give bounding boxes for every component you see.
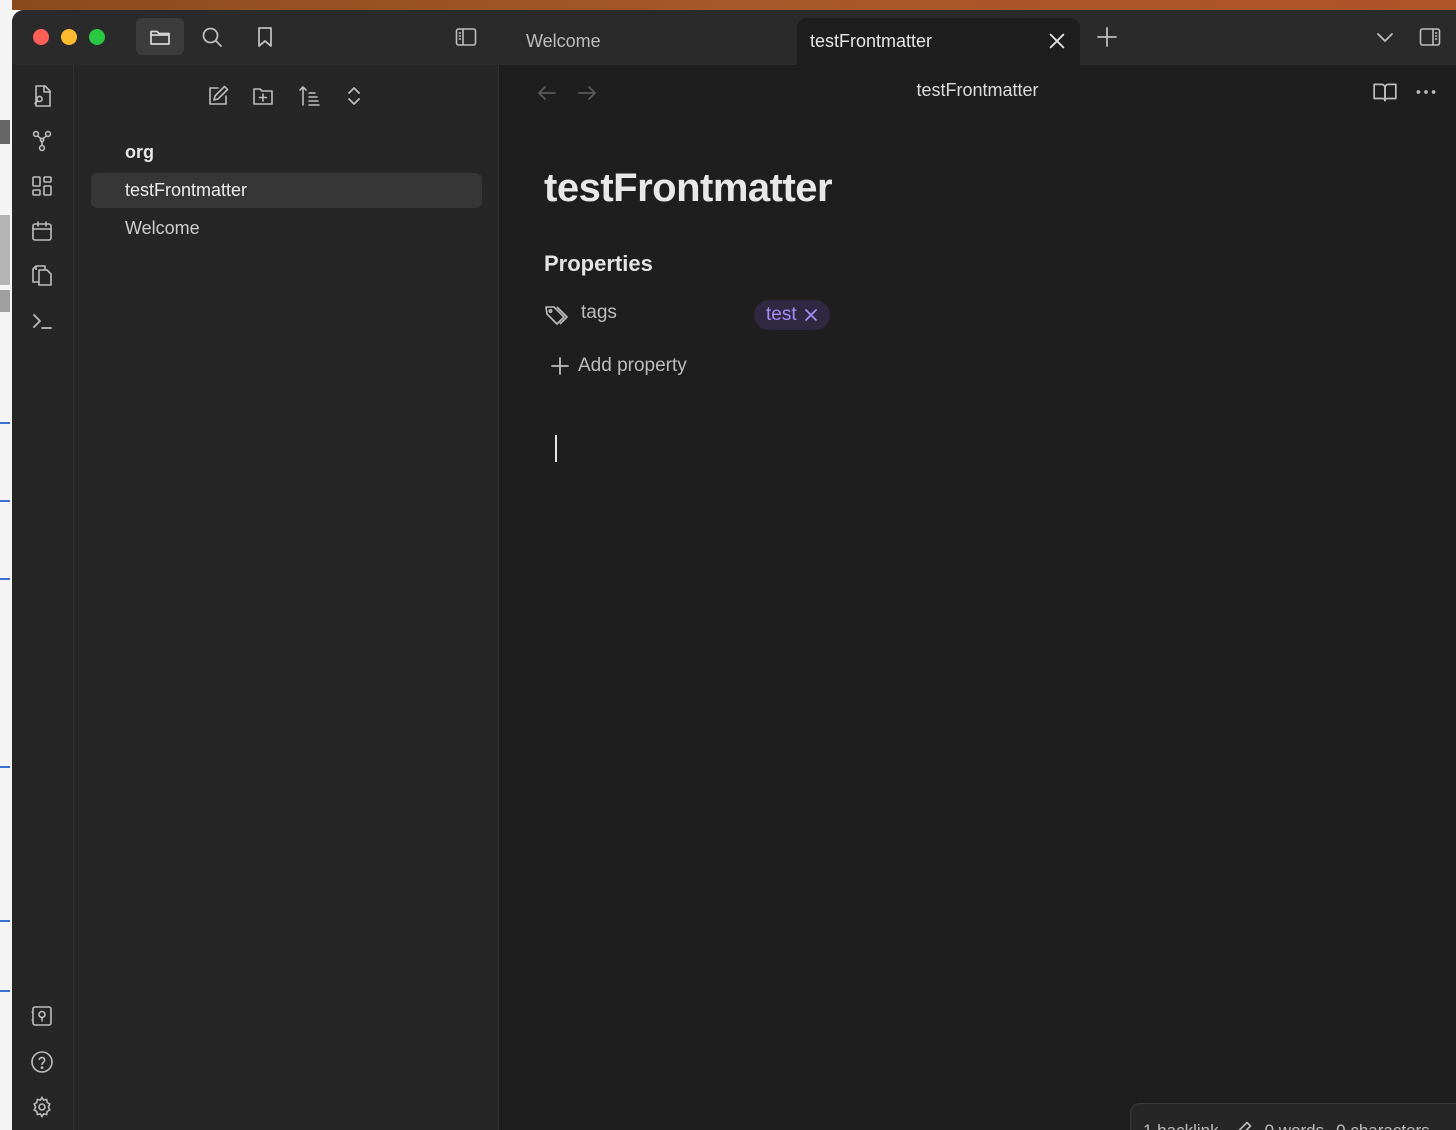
tag-label: test — [766, 304, 797, 325]
close-window-button[interactable] — [33, 29, 49, 45]
desktop-wallpaper — [0, 0, 1456, 10]
new-tab-button[interactable] — [1083, 18, 1131, 55]
daily-note-icon — [32, 221, 52, 241]
tab-list-dropdown[interactable] — [1361, 18, 1409, 55]
ribbon-settings[interactable] — [29, 1094, 55, 1120]
view-header-title[interactable]: testFrontmatter — [499, 80, 1456, 101]
new-folder-button[interactable] — [248, 81, 278, 111]
search-icon — [202, 27, 222, 47]
graph-view-icon — [32, 130, 52, 152]
new-folder-icon — [253, 88, 273, 105]
ribbon-vault-switcher[interactable] — [29, 1003, 55, 1029]
background-window-fragment — [0, 0, 12, 1130]
templates-icon — [32, 265, 52, 286]
collapse-all-button[interactable] — [339, 81, 369, 111]
file-explorer: org testFrontmatter Welcome — [74, 65, 499, 1130]
ribbon-command-palette[interactable] — [29, 308, 55, 334]
settings-icon — [33, 1095, 51, 1119]
tag-pill[interactable]: test — [754, 300, 830, 330]
more-options-icon[interactable] — [1413, 79, 1439, 105]
tab-welcome[interactable]: Welcome — [526, 18, 601, 65]
tree-folder-org[interactable]: org — [91, 135, 482, 170]
note-title[interactable]: testFrontmatter — [544, 166, 833, 211]
reading-view-icon[interactable] — [1372, 79, 1398, 105]
background-link — [0, 898, 10, 922]
help-icon — [31, 1051, 53, 1073]
obsidian-window: Welcome testFrontmatter org testFrontmat… — [12, 10, 1456, 1130]
plus-icon — [551, 357, 569, 375]
new-note-button[interactable] — [203, 81, 233, 111]
background-glyph — [0, 290, 10, 312]
word-count: 0 words — [1265, 1121, 1325, 1130]
sort-icon — [299, 86, 320, 106]
tab-label: testFrontmatter — [810, 31, 933, 51]
canvas-icon — [32, 176, 52, 196]
properties-heading[interactable]: Properties — [544, 251, 653, 277]
editor-pane: testFrontmatter testFrontmatter Properti… — [499, 65, 1456, 1130]
screen: Welcome testFrontmatter org testFrontmat… — [0, 0, 1456, 1130]
tree-file-testfrontmatter[interactable]: testFrontmatter — [91, 173, 482, 208]
background-glyph — [0, 215, 10, 285]
background-glyph — [0, 120, 10, 144]
background-link — [0, 478, 10, 502]
minimize-window-button[interactable] — [61, 29, 77, 45]
ribbon-graph-view[interactable] — [29, 128, 55, 154]
open-quick-switcher-icon — [34, 85, 51, 107]
sidebar-toggle-icon — [455, 27, 477, 46]
left-ribbon — [12, 65, 74, 1130]
sort-order-button[interactable] — [294, 81, 324, 111]
tags-icon — [545, 306, 568, 325]
folder-icon — [150, 30, 170, 45]
character-count: 0 characters — [1336, 1121, 1430, 1130]
background-link — [0, 968, 10, 992]
text-cursor — [555, 435, 557, 462]
zoom-window-button[interactable] — [89, 29, 105, 45]
tab-label: Welcome — [526, 31, 601, 51]
toggle-left-sidebar-button[interactable] — [442, 18, 490, 55]
files-tab-button[interactable] — [136, 18, 184, 55]
tree-item-label: org — [125, 142, 154, 162]
bookmarks-tab-button[interactable] — [241, 18, 289, 55]
ribbon-templates[interactable] — [29, 263, 55, 289]
remove-tag-icon[interactable] — [804, 308, 818, 322]
ribbon-daily-note[interactable] — [29, 218, 55, 244]
vault-icon — [31, 1006, 52, 1026]
status-bar: 1 backlink 0 words 0 characters — [1130, 1103, 1456, 1130]
add-property-button[interactable]: Add property — [550, 351, 687, 381]
ribbon-help[interactable] — [29, 1049, 55, 1075]
bookmark-icon — [258, 26, 272, 47]
toggle-right-sidebar-button[interactable] — [1406, 18, 1454, 55]
close-tab-icon[interactable] — [1046, 30, 1068, 52]
command-palette-icon — [33, 314, 52, 329]
chevrons-up-down-icon — [348, 87, 360, 105]
search-tab-button[interactable] — [188, 18, 236, 55]
tree-item-label: testFrontmatter — [125, 180, 248, 200]
ribbon-canvas[interactable] — [29, 173, 55, 199]
titlebar: Welcome testFrontmatter — [12, 10, 1456, 65]
new-tab-icon — [1097, 26, 1117, 47]
add-property-label: Add property — [578, 355, 687, 376]
background-link — [0, 556, 10, 580]
edit-mode-icon[interactable] — [1233, 1120, 1253, 1130]
backlinks-count[interactable]: 1 backlink — [1143, 1121, 1219, 1130]
tab-testfrontmatter[interactable]: testFrontmatter — [797, 18, 1080, 65]
property-key[interactable]: tags — [581, 302, 617, 324]
property-row-tags: tags test — [544, 298, 1144, 332]
ribbon-quick-switcher[interactable] — [29, 83, 55, 109]
right-sidebar-icon — [1419, 27, 1441, 46]
tree-file-welcome[interactable]: Welcome — [91, 211, 482, 246]
background-link — [0, 400, 10, 424]
tree-item-label: Welcome — [125, 218, 200, 238]
background-link — [0, 744, 10, 768]
new-note-icon — [209, 85, 229, 105]
chevron-down-icon — [1377, 32, 1393, 42]
